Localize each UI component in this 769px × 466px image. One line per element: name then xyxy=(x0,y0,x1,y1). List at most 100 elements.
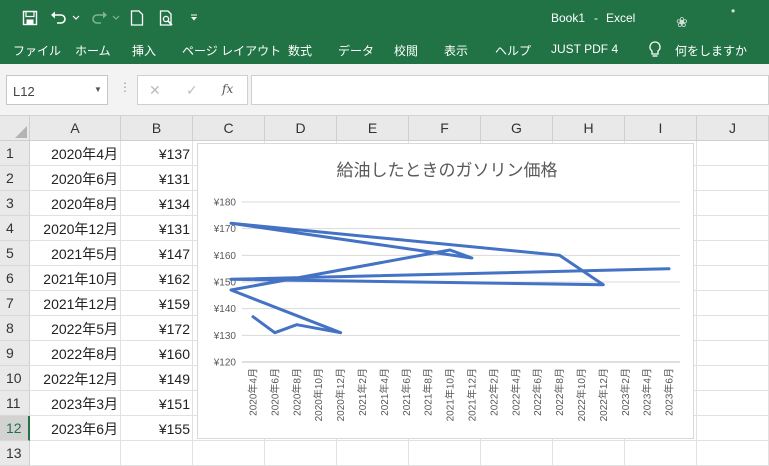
cell-a12[interactable]: 2023年6月 xyxy=(30,416,121,441)
cell-a8[interactable]: 2022年5月 xyxy=(30,316,121,341)
row-header-10[interactable]: 10 xyxy=(0,366,30,391)
cell-a5[interactable]: 2021年5月 xyxy=(30,241,121,266)
select-all-button[interactable] xyxy=(0,116,30,141)
cell-a1[interactable]: 2020年4月 xyxy=(30,141,121,166)
y-tick-label: ¥120 xyxy=(213,358,237,369)
tab-view[interactable]: 表示 xyxy=(444,42,468,59)
x-tick-label: 2020年12月 xyxy=(334,368,347,421)
row-header-3[interactable]: 3 xyxy=(0,191,30,216)
tell-me-search[interactable]: 何をしますか xyxy=(675,42,747,59)
row-header-12[interactable]: 12 xyxy=(0,416,30,441)
formula-input[interactable] xyxy=(251,75,769,105)
cell-b6[interactable]: ¥162 xyxy=(121,266,193,291)
x-tick-label: 2022年10月 xyxy=(575,368,588,421)
x-tick-label: 2021年2月 xyxy=(356,368,369,416)
cell-a4[interactable]: 2020年12月 xyxy=(30,216,121,241)
x-tick-label: 2023年6月 xyxy=(663,368,676,416)
column-header-i[interactable]: I xyxy=(625,116,697,141)
x-tick-label: 2022年12月 xyxy=(597,368,610,421)
undo-dropdown-icon[interactable] xyxy=(71,0,81,36)
tab-page-layout[interactable]: ページ レイアウト xyxy=(182,42,281,59)
row-header-7[interactable]: 7 xyxy=(0,291,30,316)
column-header-j[interactable]: J xyxy=(697,116,769,141)
tab-help[interactable]: ヘルプ xyxy=(495,42,531,59)
cell-a9[interactable]: 2022年8月 xyxy=(30,341,121,366)
cell-b8[interactable]: ¥172 xyxy=(121,316,193,341)
x-tick-label: 2022年6月 xyxy=(531,368,544,416)
line-chart[interactable]: 給油したときのガソリン価格 ¥120 ¥130 ¥140 ¥150 ¥160 ¥170 ¥1… xyxy=(197,143,694,439)
undo-icon[interactable] xyxy=(48,0,70,36)
tab-formulas[interactable]: 数式 xyxy=(288,42,312,59)
redo-dropdown-icon[interactable] xyxy=(111,0,121,36)
tab-just-pdf[interactable]: JUST PDF 4 xyxy=(551,42,618,56)
cell-a7[interactable]: 2021年12月 xyxy=(30,291,121,316)
row-header-8[interactable]: 8 xyxy=(0,316,30,341)
cell-b12[interactable]: ¥155 xyxy=(121,416,193,441)
column-header-e[interactable]: E xyxy=(337,116,409,141)
x-tick-label: 2021年8月 xyxy=(422,368,435,416)
row-header-2[interactable]: 2 xyxy=(0,166,30,191)
row-header-1[interactable]: 1 xyxy=(0,141,30,166)
cancel-entry-icon[interactable]: ✕ xyxy=(149,82,161,99)
chart-svg: 給油したときのガソリン価格 ¥120¥130¥140¥150¥160¥170¥1… xyxy=(213,161,680,421)
x-tick-label: 2021年10月 xyxy=(444,368,457,421)
y-tick-label: ¥130 xyxy=(213,331,237,342)
cell-a10[interactable]: 2022年12月 xyxy=(30,366,121,391)
x-tick-label: 2020年8月 xyxy=(290,368,303,416)
y-tick-label: ¥140 xyxy=(213,304,237,315)
column-header-f[interactable]: F xyxy=(409,116,481,141)
x-tick-label: 2020年6月 xyxy=(268,368,281,416)
confirm-entry-icon[interactable]: ✓ xyxy=(186,82,198,99)
cell-b10[interactable]: ¥149 xyxy=(121,366,193,391)
print-preview-icon[interactable] xyxy=(156,0,178,36)
tab-data[interactable]: データ xyxy=(338,42,374,59)
tab-insert[interactable]: 挿入 xyxy=(132,42,156,59)
tab-home[interactable]: ホーム xyxy=(75,42,111,59)
cell-b7[interactable]: ¥159 xyxy=(121,291,193,316)
cell-a6[interactable]: 2021年10月 xyxy=(30,266,121,291)
column-header-a[interactable]: A xyxy=(30,116,121,141)
name-box-dropdown-icon[interactable]: ▼ xyxy=(94,85,102,94)
title-decoration-icon: ❀ xyxy=(676,14,688,30)
formula-bar-grip-icon[interactable]: ⋮ xyxy=(119,80,131,94)
cell-b5[interactable]: ¥147 xyxy=(121,241,193,266)
row-header-9[interactable]: 9 xyxy=(0,341,30,366)
cell-b1[interactable]: ¥137 xyxy=(121,141,193,166)
tab-review[interactable]: 校閲 xyxy=(394,42,418,59)
cell-b2[interactable]: ¥131 xyxy=(121,166,193,191)
x-tick-label: 2022年4月 xyxy=(509,368,522,416)
row-header-11[interactable]: 11 xyxy=(0,391,30,416)
save-icon[interactable] xyxy=(17,0,43,36)
column-header-c[interactable]: C xyxy=(193,116,265,141)
lightbulb-icon[interactable] xyxy=(647,40,663,60)
x-tick-label: 2021年4月 xyxy=(378,368,391,416)
cell-a3[interactable]: 2020年8月 xyxy=(30,191,121,216)
column-header-h[interactable]: H xyxy=(553,116,625,141)
column-header-b[interactable]: B xyxy=(121,116,193,141)
x-tick-label: 2020年4月 xyxy=(246,368,259,416)
cell-a2[interactable]: 2020年6月 xyxy=(30,166,121,191)
cell-a11[interactable]: 2023年3月 xyxy=(30,391,121,416)
cell-b4[interactable]: ¥131 xyxy=(121,216,193,241)
redo-icon[interactable] xyxy=(88,0,110,36)
row-header-4[interactable]: 4 xyxy=(0,216,30,241)
title-bar-dot-icon: • xyxy=(731,4,736,18)
y-tick-label: ¥170 xyxy=(213,224,237,235)
title-separator: - xyxy=(594,11,598,25)
tab-file[interactable]: ファイル xyxy=(13,42,61,59)
cell-b3[interactable]: ¥134 xyxy=(121,191,193,216)
x-tick-label: 2023年4月 xyxy=(641,368,654,416)
row-header-13[interactable]: 13 xyxy=(0,441,30,466)
column-header-g[interactable]: G xyxy=(481,116,553,141)
chart-title: 給油したときのガソリン価格 xyxy=(337,161,558,181)
row-header-6[interactable]: 6 xyxy=(0,266,30,291)
row-header-5[interactable]: 5 xyxy=(0,241,30,266)
column-header-d[interactable]: D xyxy=(265,116,337,141)
name-box[interactable]: L12 ▼ xyxy=(6,75,108,105)
cell-b9[interactable]: ¥160 xyxy=(121,341,193,366)
new-file-icon[interactable] xyxy=(127,0,147,36)
cell-b11[interactable]: ¥151 xyxy=(121,391,193,416)
name-box-value: L12 xyxy=(13,84,35,99)
customize-qat-icon[interactable] xyxy=(187,0,201,36)
insert-function-icon[interactable]: fx xyxy=(222,82,233,96)
